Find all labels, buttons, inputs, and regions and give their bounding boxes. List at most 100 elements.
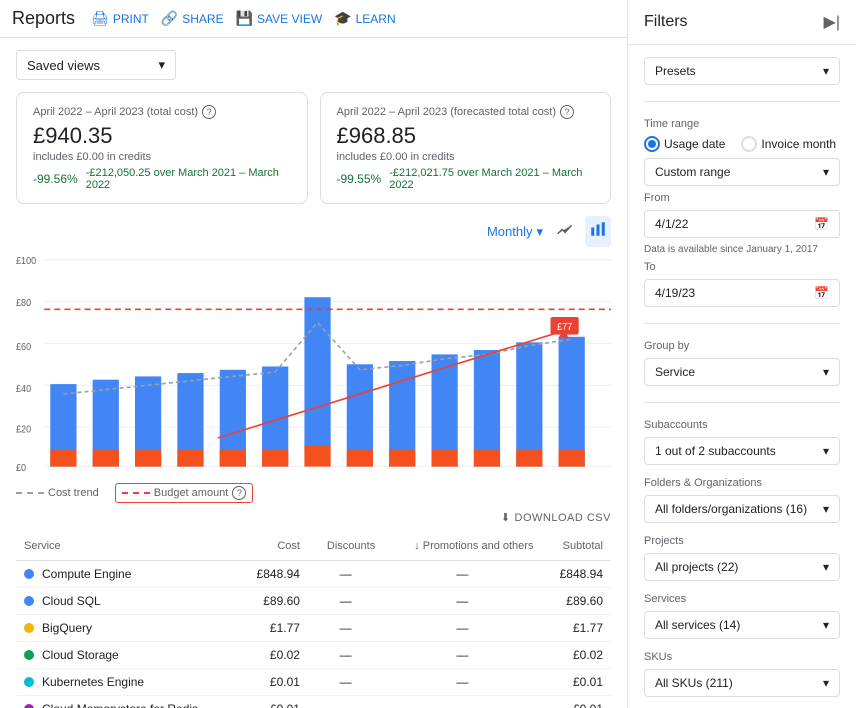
cell-subtotal: £0.01 xyxy=(541,669,611,696)
to-date-input[interactable]: 4/19/23 📅 xyxy=(644,279,840,307)
presets-dropdown[interactable]: Presets ▾ xyxy=(644,57,840,85)
bar-chart-button[interactable] xyxy=(585,216,611,247)
help-icon-budget[interactable]: ? xyxy=(232,486,246,500)
col-cost: Cost xyxy=(238,532,308,561)
card-period-forecast: April 2022 – April 2023 (forecasted tota… xyxy=(337,105,595,119)
monthly-button[interactable]: Monthly ▾ xyxy=(487,224,543,240)
col-subtotal: Subtotal xyxy=(541,532,611,561)
cell-cost: £0.02 xyxy=(238,642,308,669)
projects-dropdown[interactable]: All projects (22) ▾ xyxy=(644,553,840,581)
cost-table: Service Cost Discounts ↓ Promotions and … xyxy=(16,532,611,708)
budget-line-icon xyxy=(122,492,150,494)
card-amount-total: £940.35 xyxy=(33,123,291,149)
card-delta-total: -99.56% xyxy=(33,172,78,186)
print-icon: 🖨 xyxy=(91,10,109,27)
folders-group: Folders & Organizations All folders/orga… xyxy=(644,477,840,523)
to-label: To xyxy=(644,261,840,273)
table-row: Cloud Memorystore for Redis £0.01 — — £0… xyxy=(16,696,611,708)
projects-label: Projects xyxy=(644,535,840,547)
legend-cost-trend: Cost trend xyxy=(16,487,99,499)
service-color-dot xyxy=(24,569,34,579)
skus-group: SKUs All SKUs (211) ▾ xyxy=(644,651,840,697)
table-row: BigQuery £1.77 — — £1.77 xyxy=(16,615,611,642)
svg-text:£80: £80 xyxy=(16,298,31,309)
invoice-month-radio-dot xyxy=(741,136,757,152)
chevron-down-icon-skus: ▾ xyxy=(823,676,829,690)
group-by-dropdown[interactable]: Service ▾ xyxy=(644,358,840,386)
cell-cost: £848.94 xyxy=(238,561,308,588)
divider-2 xyxy=(644,323,840,324)
saved-views-dropdown[interactable]: Saved views ▾ xyxy=(16,50,176,80)
page-title: Reports xyxy=(12,8,75,29)
chevron-down-icon-group: ▾ xyxy=(823,365,829,379)
summary-card-total: April 2022 – April 2023 (total cost) ? £… xyxy=(16,92,308,204)
cell-discounts: — xyxy=(308,615,383,642)
print-button[interactable]: 🖨 PRINT xyxy=(91,10,149,27)
cell-discounts: — xyxy=(308,561,383,588)
cell-discounts: — xyxy=(308,669,383,696)
table-row: Cloud Storage £0.02 — — £0.02 xyxy=(16,642,611,669)
cell-cost: £0.01 xyxy=(238,696,308,708)
sort-icon: ↓ xyxy=(414,540,423,552)
svg-text:£0: £0 xyxy=(16,463,26,471)
summary-card-forecast: April 2022 – April 2023 (forecasted tota… xyxy=(320,92,612,204)
cell-promotions: — xyxy=(383,588,541,615)
card-delta-forecast: -99.55% xyxy=(337,172,382,186)
svg-text:£20: £20 xyxy=(16,424,31,435)
chevron-down-icon: ▾ xyxy=(158,57,165,73)
presets-group: Presets ▾ xyxy=(644,57,840,85)
folders-dropdown[interactable]: All folders/organizations (16) ▾ xyxy=(644,495,840,523)
time-range-group: Time range Usage date Invoice month Cust… xyxy=(644,118,840,307)
cell-discounts: — xyxy=(308,696,383,708)
time-range-label: Time range xyxy=(644,118,840,130)
chevron-down-icon-projects: ▾ xyxy=(823,560,829,574)
services-dropdown[interactable]: All services (14) ▾ xyxy=(644,611,840,639)
collapse-filters-button[interactable]: ▶| xyxy=(824,12,840,32)
projects-group: Projects All projects (22) ▾ xyxy=(644,535,840,581)
chevron-down-icon-range: ▾ xyxy=(823,165,829,179)
help-icon-total[interactable]: ? xyxy=(202,105,216,119)
filters-title: Filters xyxy=(644,13,688,31)
cell-discounts: — xyxy=(308,588,383,615)
legend-budget: Budget amount ? xyxy=(115,483,254,503)
content-area: Saved views ▾ April 2022 – April 2023 (t… xyxy=(0,38,627,708)
save-icon: 💾 xyxy=(236,10,253,27)
subaccounts-dropdown[interactable]: 1 out of 2 subaccounts ▾ xyxy=(644,437,840,465)
help-icon-forecast[interactable]: ? xyxy=(560,105,574,119)
cell-subtotal: £89.60 xyxy=(541,588,611,615)
filters-content: Presets ▾ Time range Usage date Invoice … xyxy=(628,45,856,708)
chevron-down-icon-services: ▾ xyxy=(823,618,829,632)
chart-legend: Cost trend Budget amount ? xyxy=(16,479,611,511)
chevron-down-icon-presets: ▾ xyxy=(823,64,829,78)
main-panel: Reports 🖨 PRINT 🔗 SHARE 💾 SAVE VIEW 🎓 LE… xyxy=(0,0,628,708)
group-by-label: Group by xyxy=(644,340,840,352)
subaccounts-label: Subaccounts xyxy=(644,419,840,431)
service-color-dot xyxy=(24,704,34,708)
skus-dropdown[interactable]: All SKUs (211) ▾ xyxy=(644,669,840,697)
usage-date-radio[interactable]: Usage date xyxy=(644,136,725,152)
bar-chart-svg: £100 £80 £60 £40 £20 £0 xyxy=(16,251,611,471)
filters-header: Filters ▶| xyxy=(628,0,856,45)
cell-cost: £1.77 xyxy=(238,615,308,642)
share-button[interactable]: 🔗 SHARE xyxy=(161,10,224,27)
from-date-input[interactable]: 4/1/22 📅 xyxy=(644,210,840,238)
cell-promotions: — xyxy=(383,642,541,669)
col-service: Service xyxy=(16,532,238,561)
filters-panel: Filters ▶| Presets ▾ Time range Usage da… xyxy=(628,0,856,708)
cell-service: Kubernetes Engine xyxy=(16,669,238,696)
save-view-button[interactable]: 💾 SAVE VIEW xyxy=(236,10,323,27)
services-group: Services All services (14) ▾ xyxy=(644,593,840,639)
cell-promotions: — xyxy=(383,561,541,588)
chevron-down-icon-sub: ▾ xyxy=(823,444,829,458)
saved-views-row: Saved views ▾ xyxy=(16,50,611,80)
group-by-group: Group by Service ▾ xyxy=(644,340,840,386)
custom-range-dropdown[interactable]: Custom range ▾ xyxy=(644,158,840,186)
line-chart-button[interactable] xyxy=(551,216,577,247)
card-amount-forecast: £968.85 xyxy=(337,123,595,149)
learn-button[interactable]: 🎓 LEARN xyxy=(334,10,395,27)
download-csv-button[interactable]: ⬇ DOWNLOAD CSV xyxy=(501,511,611,524)
cell-service: Compute Engine xyxy=(16,561,238,588)
summary-cards: April 2022 – April 2023 (total cost) ? £… xyxy=(16,92,611,204)
chevron-down-icon-monthly: ▾ xyxy=(536,224,543,240)
invoice-month-radio[interactable]: Invoice month xyxy=(741,136,836,152)
